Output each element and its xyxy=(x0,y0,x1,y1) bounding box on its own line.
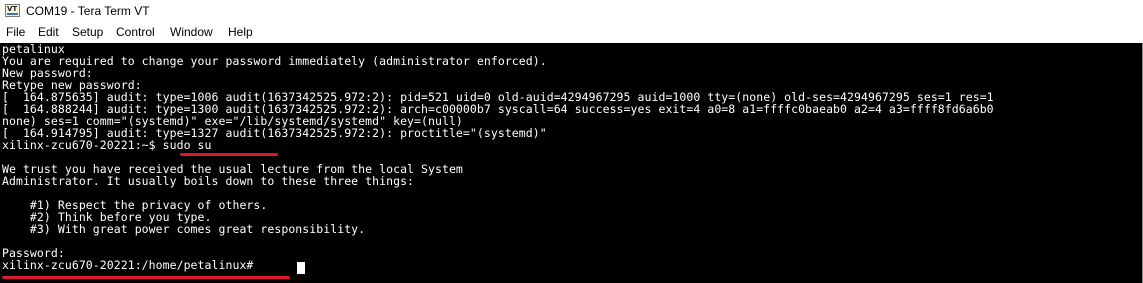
terminal-line: #3) With great power comes great respons… xyxy=(2,222,366,236)
menu-edit[interactable]: Edit xyxy=(36,24,61,40)
menu-setup[interactable]: Setup xyxy=(70,24,105,40)
menu-control[interactable]: Control xyxy=(114,24,157,40)
tera-term-app-icon[interactable]: VT xyxy=(5,4,20,17)
app-icon-label: VT xyxy=(7,5,18,13)
root-prompt-highlight-underline xyxy=(2,276,290,279)
terminal-window: VT COM19 - Tera Term VT File Edit Setup … xyxy=(0,0,1143,283)
menu-help[interactable]: Help xyxy=(226,24,255,40)
terminal-prompt-sudo-line: xilinx-zcu670-20221:~$ sudo su xyxy=(2,138,212,152)
app-icon-bar xyxy=(7,13,18,15)
terminal-root-prompt-line: xilinx-zcu670-20221:/home/petalinux# xyxy=(2,258,261,272)
title-bar[interactable]: VT COM19 - Tera Term VT xyxy=(0,0,1143,22)
terminal-output-area[interactable]: petalinux You are required to change you… xyxy=(0,43,1143,283)
menu-file[interactable]: File xyxy=(4,24,27,40)
sudo-su-highlight-underline xyxy=(180,153,278,156)
menu-bar: File Edit Setup Control Window Help xyxy=(0,22,1143,42)
window-title: COM19 - Tera Term VT xyxy=(26,4,150,18)
menu-window[interactable]: Window xyxy=(168,24,215,40)
terminal-cursor xyxy=(297,262,305,274)
terminal-line: Administrator. It usually boils down to … xyxy=(2,174,415,188)
